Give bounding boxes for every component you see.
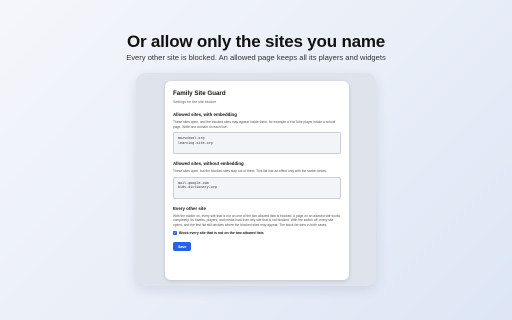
- section-allowed-without-embedding: Allowed sites, without embedding These s…: [173, 161, 341, 199]
- section-description: With the switch on, every site that is n…: [173, 213, 341, 227]
- allowed-without-embedding-textarea[interactable]: mail.google.com kids-dictionary.org: [173, 176, 341, 199]
- panel-title: Family Site Guard: [173, 90, 226, 97]
- block-others-checkbox-row[interactable]: ✓ Block every site that is not on the tw…: [173, 230, 341, 235]
- section-every-other-site: Every other site With the switch on, eve…: [173, 206, 341, 228]
- section-title: Allowed sites, with embedding: [173, 112, 237, 117]
- allowed-with-embedding-textarea[interactable]: mozschool.org learning-site.org: [173, 132, 341, 155]
- textarea-line: learning-site.org: [178, 140, 213, 145]
- settings-panel: Family Site Guard Settings for the site …: [165, 81, 349, 280]
- textarea-line: kids-dictionary.org: [178, 185, 217, 190]
- section-title: Allowed sites, without embedding: [173, 161, 244, 167]
- section-description: These sites open, but the blocked sites …: [173, 169, 327, 174]
- checkbox-checked-icon[interactable]: ✓: [173, 230, 177, 235]
- page-subheadline: Every other site is blocked. An allowed …: [126, 53, 386, 62]
- section-title: Every other site: [173, 205, 206, 211]
- save-button[interactable]: Save: [173, 242, 192, 252]
- section-allowed-with-embedding: Allowed sites, with embedding These site…: [173, 112, 341, 155]
- panel-subtitle: Settings for the site blocker: [173, 100, 217, 104]
- page-headline: Or allow only the sites you name: [126, 32, 386, 51]
- section-description: These sites open, and the blocked sites …: [173, 120, 336, 129]
- block-others-checkbox-label: Block every site that is not on the two …: [179, 230, 264, 235]
